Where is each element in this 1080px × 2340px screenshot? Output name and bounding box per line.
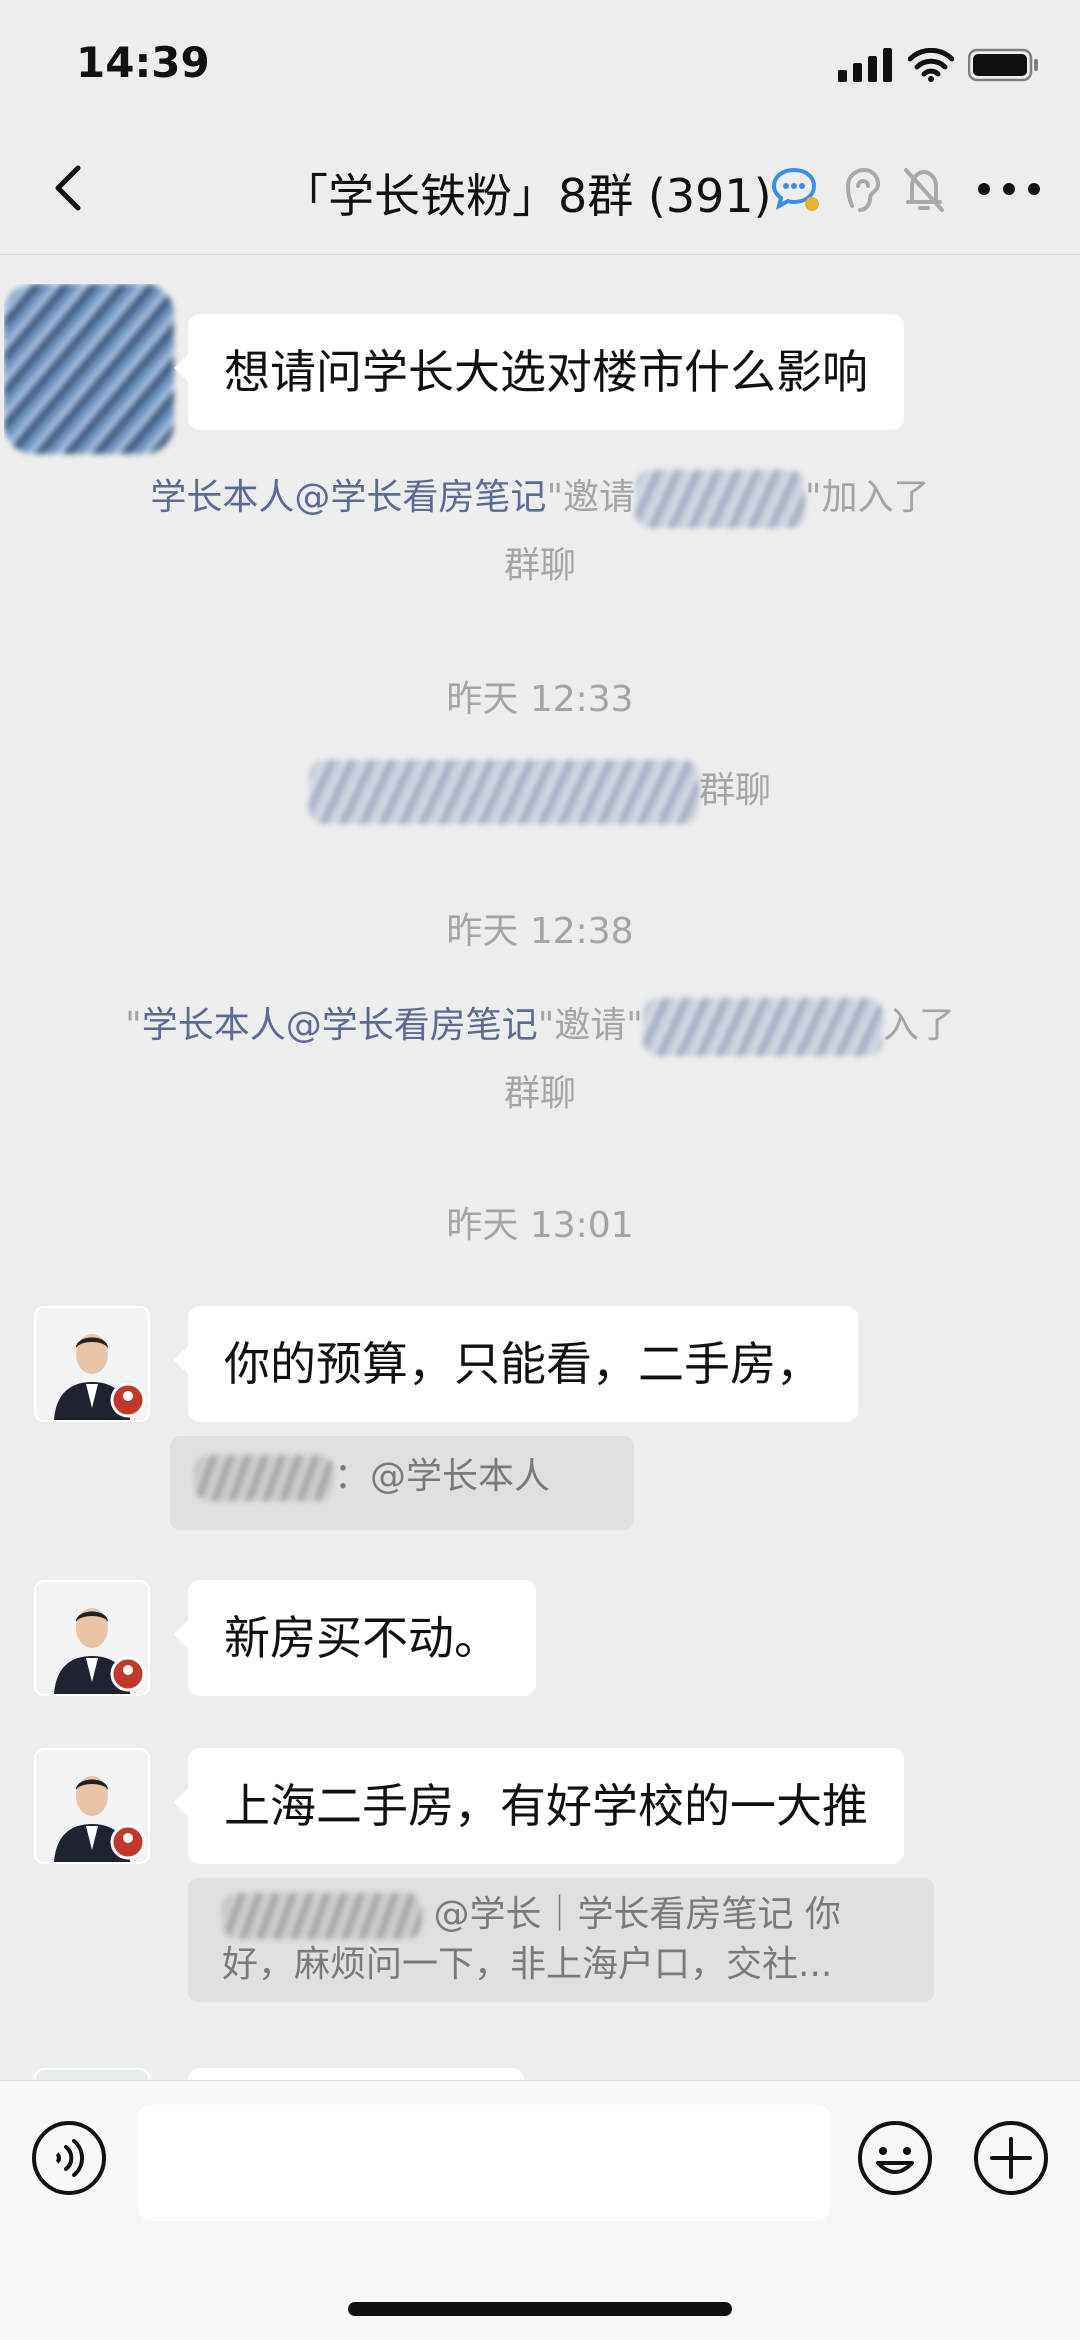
system-notice-1: 学长本人@学长看房笔记"邀请 "加入了 群聊 (0, 470, 1080, 594)
quote-text: ：@学长本人 (334, 1456, 551, 1497)
person-avatar-icon (36, 1750, 148, 1862)
person-avatar-icon (36, 1582, 148, 1694)
ear-icon (845, 167, 881, 212)
notice-text-end: "加入了 (805, 477, 930, 518)
notice-quote: " (125, 1005, 142, 1046)
message-bubble[interactable]: 新房买不动。 (174, 1580, 536, 1696)
timestamp-1: 昨天 12:33 (446, 679, 634, 720)
message-text: 想请问学长大选对楼市什么影响 (224, 345, 868, 399)
notice-text-end: 群聊 (698, 770, 771, 811)
system-notice-2: 群聊 (0, 760, 1080, 824)
message-bubble[interactable]: 想请问学长大选对楼市什么影响 (174, 314, 904, 430)
input-bar (0, 2080, 1080, 2340)
sender-avatar[interactable] (34, 1306, 150, 1422)
person-avatar-icon (36, 1308, 148, 1420)
home-indicator[interactable] (348, 2302, 732, 2316)
redacted-name (194, 1455, 334, 1501)
battery-icon (968, 48, 1038, 82)
quote-line-1: @学长｜学长看房笔记 你 (222, 1890, 900, 1940)
chat-area[interactable]: 想请问学长大选对楼市什么影响 学长本人@学长看房笔记"邀请 "加入了 群聊 昨天 … (0, 254, 1080, 2080)
quoted-message[interactable]: ：@学长本人 (170, 1436, 634, 1530)
sender-avatar[interactable] (4, 284, 180, 460)
sender-avatar[interactable] (34, 1580, 150, 1696)
nav-bar: 「学长铁粉」8群 (391) (0, 130, 1080, 255)
notice-user-link[interactable]: 学长本人@学长看房笔记 (150, 477, 546, 518)
sender-avatar[interactable] (34, 1748, 150, 1864)
notice-text-end: 入了 (882, 1005, 955, 1046)
system-notice-line: 学长本人@学长看房笔记"邀请 "加入了 (0, 470, 1080, 528)
message-text: 你的预算，只能看，二手房， (224, 1337, 822, 1391)
timestamp-3: 昨天 13:01 (446, 1205, 634, 1246)
system-notice-line-2: 群聊 (503, 1073, 576, 1114)
quote-text-2: 好，麻烦问一下，非上海户口，交社... (222, 1944, 833, 1985)
system-notice-3: "学长本人@学长看房笔记"邀请" 入了 群聊 (0, 998, 1080, 1122)
notice-text-mid: "邀请" (537, 1005, 643, 1046)
message-bubble-partial (188, 2068, 524, 2080)
quoted-message[interactable]: @学长｜学长看房笔记 你 好，麻烦问一下，非上海户口，交社... (188, 1878, 934, 2002)
message-text: 上海二手房，有好学校的一大推 (224, 1779, 868, 1833)
message-bubble[interactable]: 上海二手房，有好学校的一大推 (174, 1748, 904, 1864)
signal-icon (838, 48, 892, 82)
message-input[interactable] (138, 2105, 830, 2221)
redacted-name (635, 470, 805, 528)
system-notice-line-2: 群聊 (503, 545, 576, 586)
redacted-name (642, 998, 883, 1056)
back-icon[interactable] (40, 158, 100, 218)
status-time: 14:39 (76, 38, 210, 87)
wifi-icon (908, 48, 954, 82)
notice-user-link[interactable]: 学长本人@学长看房笔记 (142, 1005, 538, 1046)
system-notice-line: "学长本人@学长看房笔记"邀请" 入了 (0, 998, 1080, 1056)
nav-status-icons (770, 166, 946, 214)
redacted-text (308, 760, 699, 824)
plus-icon[interactable] (972, 2119, 1050, 2197)
sender-avatar[interactable] (34, 2068, 150, 2080)
timestamp-2: 昨天 12:38 (446, 911, 634, 952)
voice-icon[interactable] (30, 2119, 108, 2197)
message-bubble[interactable]: 你的预算，只能看，二手房， (174, 1306, 858, 1422)
status-bar: 14:39 (0, 0, 1080, 130)
chat-title[interactable]: 「学长铁粉」8群 (391) (282, 160, 772, 226)
notice-text-mid: "邀请 (546, 477, 635, 518)
emoji-icon[interactable] (856, 2119, 934, 2197)
more-icon[interactable] (974, 174, 1044, 204)
bell-muted-icon (904, 168, 944, 212)
status-icons (838, 48, 1040, 82)
quote-text-1: @学长｜学长看房笔记 你 (433, 1894, 841, 1935)
chat-bubble-icon (771, 167, 819, 211)
redacted-name (222, 1893, 422, 1939)
message-text: 新房买不动。 (224, 1611, 500, 1665)
